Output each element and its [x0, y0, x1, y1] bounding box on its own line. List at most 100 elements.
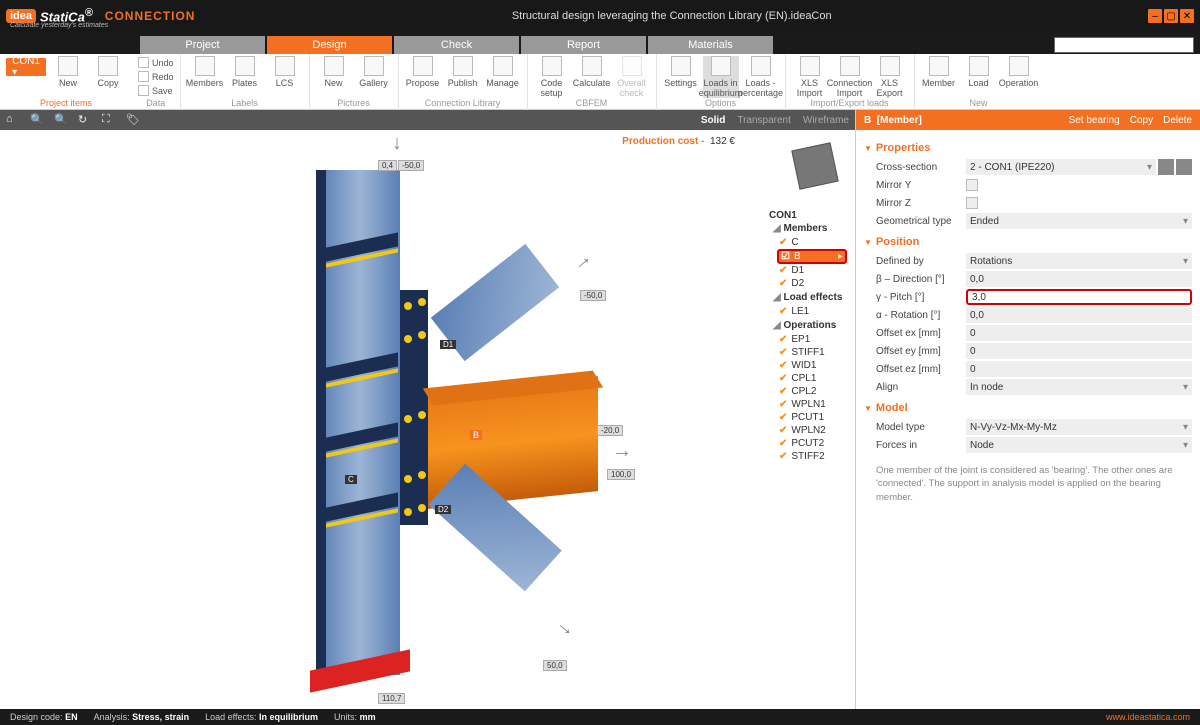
- mode-transparent[interactable]: Transparent: [737, 115, 791, 126]
- loads-percentage-button[interactable]: Loads - percentage: [743, 56, 779, 98]
- 3d-viewport[interactable]: ⌂ 🔍 🔍 ↻ ⛶ 🏷 Solid Transparent Wireframe …: [0, 110, 855, 709]
- expand-icon[interactable]: ⛶: [102, 113, 116, 127]
- endplate: [400, 290, 428, 525]
- copy-button[interactable]: Copy: [90, 56, 126, 88]
- status-bar: Design code: EN Analysis: Stress, strain…: [0, 709, 1200, 725]
- tree-member-d1[interactable]: ✔D1: [777, 264, 847, 277]
- dim-label: 0,4: [378, 160, 397, 171]
- overall-check-button[interactable]: Overall check: [614, 56, 650, 98]
- tree-loads-section[interactable]: ◢ Load effects: [773, 292, 847, 303]
- member-c-flange: [316, 170, 326, 675]
- section-position[interactable]: Position: [864, 236, 1192, 248]
- delete-member-button[interactable]: Delete: [1163, 115, 1192, 126]
- tree-op[interactable]: ✔WID1: [777, 359, 847, 372]
- tree-op[interactable]: ✔WPLN2: [777, 424, 847, 437]
- undo-button[interactable]: Undo: [138, 56, 174, 69]
- tree-op[interactable]: ✔EP1: [777, 333, 847, 346]
- view-cube[interactable]: [791, 142, 838, 189]
- new-operation-button[interactable]: Operation: [1001, 56, 1037, 88]
- gallery-button[interactable]: Gallery: [356, 56, 392, 88]
- cross-section-select[interactable]: 2 - CON1 (IPE220): [966, 159, 1156, 175]
- offset-ez-input[interactable]: 0: [966, 361, 1192, 377]
- new-member-button[interactable]: Member: [921, 56, 957, 88]
- tree-op[interactable]: ✔STIFF1: [777, 346, 847, 359]
- code-setup-button[interactable]: Code setup: [534, 56, 570, 98]
- xls-import-button[interactable]: XLS Import: [792, 56, 828, 98]
- members-button[interactable]: Members: [187, 56, 223, 88]
- model-type-select[interactable]: N-Vy-Vz-Mx-My-Mz: [966, 419, 1192, 435]
- beta-input[interactable]: 0,0: [966, 271, 1192, 287]
- tree-member-b[interactable]: ☑B▸: [777, 249, 847, 264]
- minimize-button[interactable]: –: [1148, 9, 1162, 23]
- mode-solid[interactable]: Solid: [701, 115, 725, 126]
- offset-ey-input[interactable]: 0: [966, 343, 1192, 359]
- prop-label: γ - Pitch [°]: [876, 292, 966, 303]
- align-select[interactable]: In node: [966, 379, 1192, 395]
- home-icon[interactable]: ⌂: [6, 113, 20, 127]
- website-link[interactable]: www.ideastatica.com: [1106, 712, 1190, 722]
- manage-button[interactable]: Manage: [485, 56, 521, 88]
- bolt-icon: [404, 302, 412, 310]
- production-cost: Production cost - 132 €: [622, 136, 735, 147]
- calculate-button[interactable]: Calculate: [574, 56, 610, 88]
- tree-member-d2[interactable]: ✔D2: [777, 277, 847, 290]
- new-load-button[interactable]: Load: [961, 56, 997, 88]
- tab-design[interactable]: Design: [267, 36, 392, 54]
- propose-button[interactable]: Propose: [405, 56, 441, 88]
- geom-type-select[interactable]: Ended: [966, 213, 1192, 229]
- zoom-out-icon[interactable]: 🔍: [54, 113, 68, 127]
- document-title: Structural design leveraging the Connect…: [195, 10, 1148, 22]
- zoom-icon[interactable]: 🔍: [30, 113, 44, 127]
- add-icon[interactable]: [1176, 159, 1192, 175]
- tree-op[interactable]: ✔WPLN1: [777, 398, 847, 411]
- set-bearing-button[interactable]: Set bearing: [1069, 115, 1120, 126]
- tree-members-section[interactable]: ◢ Members: [773, 223, 847, 234]
- plates-button[interactable]: Plates: [227, 56, 263, 88]
- connection-chip[interactable]: CON1 ▾: [6, 58, 46, 76]
- mirror-z-checkbox[interactable]: [966, 197, 978, 209]
- refresh-icon[interactable]: ↻: [78, 113, 92, 127]
- new-button[interactable]: New: [50, 56, 86, 88]
- mirror-y-checkbox[interactable]: [966, 179, 978, 191]
- alpha-input[interactable]: 0,0: [966, 307, 1192, 323]
- xls-export-button[interactable]: XLS Export: [872, 56, 908, 98]
- save-button[interactable]: Save: [138, 84, 173, 97]
- tree-op[interactable]: ✔CPL1: [777, 372, 847, 385]
- tree-ops-section[interactable]: ◢ Operations: [773, 320, 847, 331]
- tree-op[interactable]: ✔STIFF2: [777, 450, 847, 463]
- lcs-button[interactable]: LCS: [267, 56, 303, 88]
- search-input[interactable]: [1054, 37, 1194, 53]
- offset-ex-input[interactable]: 0: [966, 325, 1192, 341]
- connection-import-button[interactable]: Connection Import: [832, 56, 868, 98]
- group-label: Connection Library: [425, 98, 501, 110]
- tree-op[interactable]: ✔CPL2: [777, 385, 847, 398]
- new-pic-button[interactable]: New: [316, 56, 352, 88]
- copy-member-button[interactable]: Copy: [1130, 115, 1153, 126]
- gamma-pitch-input[interactable]: 3,0: [966, 289, 1192, 305]
- section-model[interactable]: Model: [864, 402, 1192, 414]
- redo-button[interactable]: Redo: [138, 70, 174, 83]
- maximize-button[interactable]: ▢: [1164, 9, 1178, 23]
- tab-report[interactable]: Report: [521, 36, 646, 54]
- close-button[interactable]: ✕: [1180, 9, 1194, 23]
- defined-by-select[interactable]: Rotations: [966, 253, 1192, 269]
- mode-wireframe[interactable]: Wireframe: [803, 115, 849, 126]
- model-canvas[interactable]: Production cost - 132 €: [0, 130, 855, 709]
- settings-button[interactable]: Settings: [663, 56, 699, 88]
- edit-icon[interactable]: [1158, 159, 1174, 175]
- tree-op[interactable]: ✔PCUT1: [777, 411, 847, 424]
- tab-materials[interactable]: Materials: [648, 36, 773, 54]
- tree-load-le1[interactable]: ✔LE1: [777, 305, 847, 318]
- tab-check[interactable]: Check: [394, 36, 519, 54]
- loads-equilibrium-button[interactable]: Loads in equilibrium: [703, 56, 739, 98]
- group-label: Project items: [40, 98, 92, 110]
- tag-icon[interactable]: 🏷: [126, 113, 140, 127]
- section-properties[interactable]: Properties: [864, 142, 1192, 154]
- tab-project[interactable]: Project: [140, 36, 265, 54]
- tree-op[interactable]: ✔PCUT2: [777, 437, 847, 450]
- prop-label: α - Rotation [°]: [876, 310, 966, 321]
- group-label: Import/Export loads: [810, 98, 888, 110]
- publish-button[interactable]: Publish: [445, 56, 481, 88]
- tree-member-c[interactable]: ✔C: [777, 236, 847, 249]
- forces-in-select[interactable]: Node: [966, 437, 1192, 453]
